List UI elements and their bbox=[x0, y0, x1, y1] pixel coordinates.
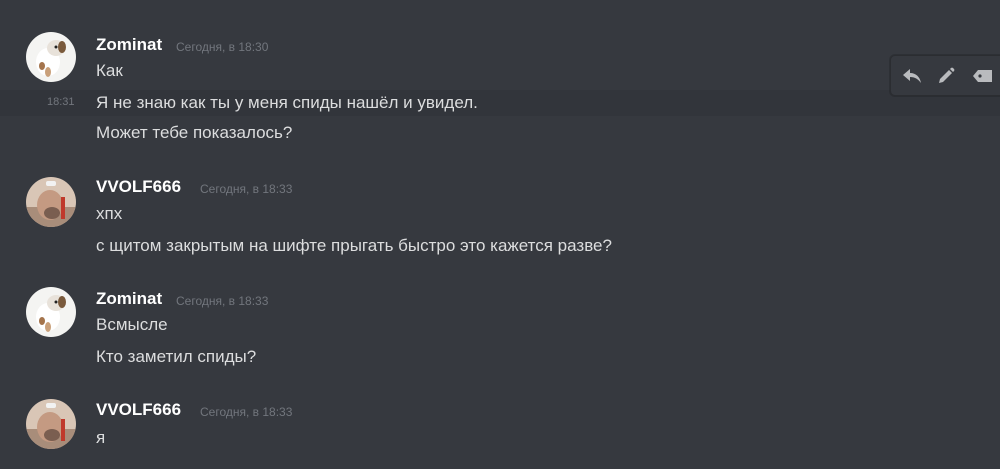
avatar[interactable] bbox=[26, 399, 76, 449]
edit-icon[interactable] bbox=[933, 63, 959, 89]
avatar[interactable] bbox=[26, 287, 76, 337]
message-text: с щитом закрытым на шифте прыгать быстро… bbox=[96, 236, 612, 255]
message-text: Кто заметил спиды? bbox=[96, 347, 257, 366]
message-timestamp: Сегодня, в 18:30 bbox=[176, 40, 269, 54]
more-icon[interactable] bbox=[969, 63, 995, 89]
message-text: Я не знаю как ты у меня спиды нашёл и ув… bbox=[96, 93, 478, 112]
avatar[interactable] bbox=[26, 177, 76, 227]
chat-messages: 18:31 Zominat Сегодня, в 18:30 Как Я не … bbox=[0, 0, 1000, 469]
message-timestamp: Сегодня, в 18:33 bbox=[176, 294, 269, 308]
message-timestamp: Сегодня, в 18:33 bbox=[200, 405, 293, 419]
message-text: я bbox=[96, 428, 106, 447]
avatar[interactable] bbox=[26, 32, 76, 82]
message-text: Может тебе показалось? bbox=[96, 123, 293, 142]
username[interactable]: Zominat bbox=[96, 289, 162, 309]
message-text: хпх bbox=[96, 204, 123, 223]
message-text: Всмысле bbox=[96, 315, 168, 334]
username[interactable]: VVOLF666 bbox=[96, 177, 181, 197]
username[interactable]: VVOLF666 bbox=[96, 400, 181, 420]
hover-timestamp: 18:31 bbox=[47, 96, 75, 108]
reply-icon[interactable] bbox=[899, 63, 925, 89]
message-toolbar bbox=[890, 55, 1000, 96]
message-text: Как bbox=[96, 61, 123, 80]
username[interactable]: Zominat bbox=[96, 35, 162, 55]
message-timestamp: Сегодня, в 18:33 bbox=[200, 182, 293, 196]
